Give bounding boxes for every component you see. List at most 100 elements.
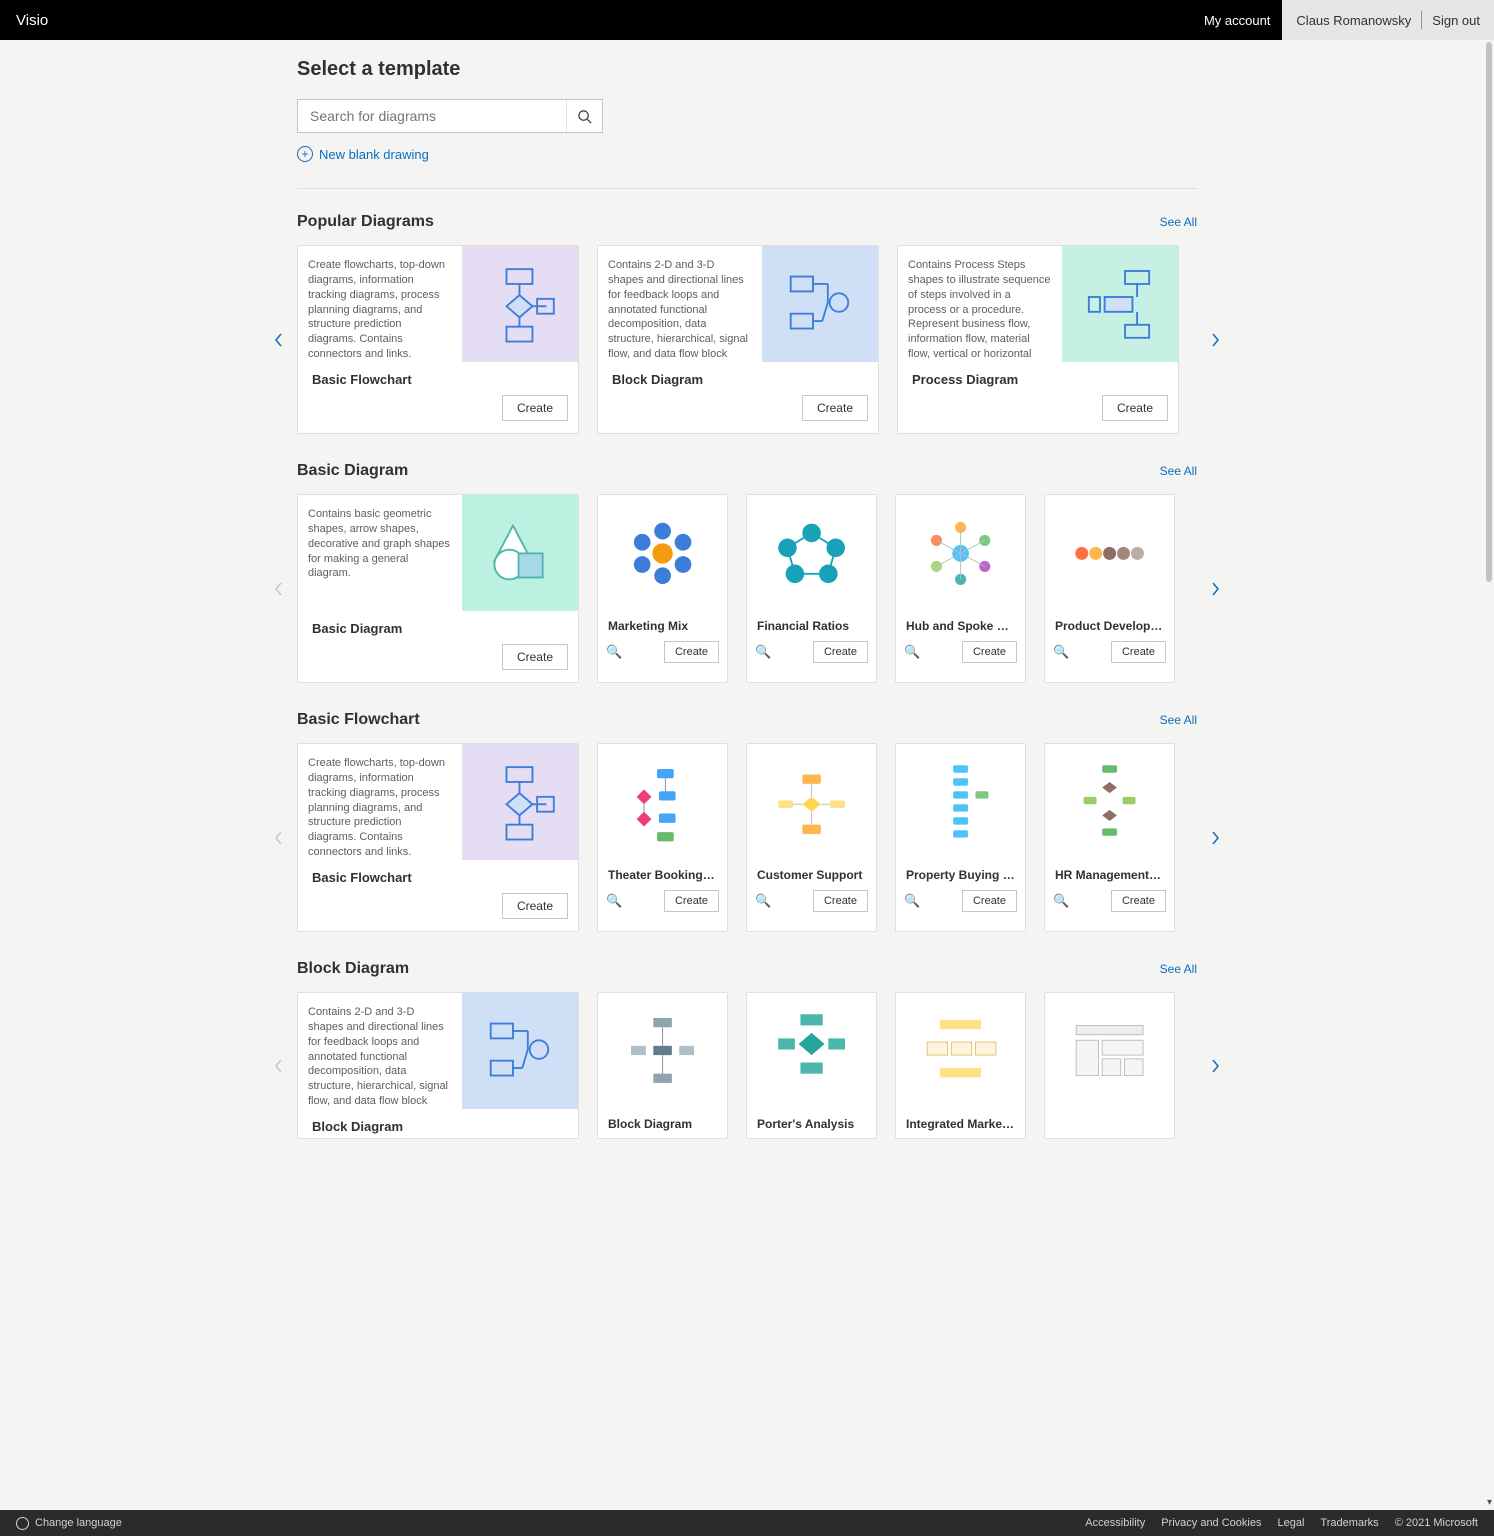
template-thumbnail <box>1045 495 1174 611</box>
template-card[interactable]: Contains Process Steps shapes to illustr… <box>897 245 1179 434</box>
template-title: Hub and Spoke Model <box>896 611 1025 637</box>
footer-link[interactable]: Trademarks <box>1320 1517 1378 1529</box>
zoom-icon[interactable]: 🔍 <box>904 893 920 909</box>
template-title: Porter's Analysis <box>747 1109 876 1135</box>
create-button[interactable]: Create <box>802 395 868 421</box>
top-bar: Visio My account Claus Romanowsky Sign o… <box>0 0 1494 40</box>
create-button[interactable]: Create <box>1111 641 1166 663</box>
create-button[interactable]: Create <box>962 890 1017 912</box>
create-button[interactable]: Create <box>502 893 568 919</box>
search-icon <box>577 109 592 124</box>
page-title: Select a template <box>297 58 1197 81</box>
see-all-link[interactable]: See All <box>1160 464 1197 478</box>
template-thumbnail <box>462 744 578 860</box>
chevron-right-icon[interactable] <box>1203 826 1227 850</box>
change-language[interactable]: Change language <box>16 1517 122 1530</box>
chevron-left-icon <box>267 1054 291 1078</box>
scrollbar-thumb[interactable] <box>1486 42 1492 582</box>
search-button[interactable] <box>566 100 602 132</box>
template-title: Product Development <box>1045 611 1174 637</box>
divider <box>297 188 1197 189</box>
footer-link[interactable]: Privacy and Cookies <box>1161 1517 1261 1529</box>
globe-icon <box>16 1517 29 1530</box>
zoom-icon[interactable]: 🔍 <box>1053 893 1069 909</box>
template-description: Create flowcharts, top-down diagrams, in… <box>298 744 462 860</box>
template-title: Block Diagram <box>598 1109 727 1135</box>
template-title: Financial Ratios <box>747 611 876 637</box>
create-button[interactable]: Create <box>664 641 719 663</box>
zoom-icon[interactable]: 🔍 <box>1053 644 1069 660</box>
footer-link[interactable]: Legal <box>1277 1517 1304 1529</box>
template-card[interactable] <box>1044 992 1175 1139</box>
zoom-icon[interactable]: 🔍 <box>904 644 920 660</box>
zoom-icon[interactable]: 🔍 <box>755 644 771 660</box>
template-thumbnail <box>762 246 878 362</box>
template-description: Contains 2-D and 3-D shapes and directio… <box>298 993 462 1109</box>
template-thumbnail <box>462 993 578 1109</box>
template-thumbnail <box>747 744 876 860</box>
template-title: Customer Support <box>747 860 876 886</box>
template-title: Theater Booking Process <box>598 860 727 886</box>
chevron-right-icon[interactable] <box>1203 1054 1227 1078</box>
template-card[interactable]: Marketing Mix 🔍 Create <box>597 494 728 683</box>
create-button[interactable]: Create <box>962 641 1017 663</box>
template-thumbnail <box>598 744 727 860</box>
template-card[interactable]: HR Management Process 🔍 Create <box>1044 743 1175 932</box>
template-title: Block Diagram <box>598 362 878 391</box>
template-card[interactable]: Hub and Spoke Model 🔍 Create <box>895 494 1026 683</box>
template-card[interactable]: Contains 2-D and 3-D shapes and directio… <box>297 992 579 1139</box>
template-thumbnail <box>896 744 1025 860</box>
template-card[interactable]: Financial Ratios 🔍 Create <box>746 494 877 683</box>
section-popular: Popular Diagrams See All Create flowchar… <box>297 213 1197 434</box>
zoom-icon[interactable]: 🔍 <box>755 893 771 909</box>
template-card[interactable]: Block Diagram <box>597 992 728 1139</box>
template-card[interactable]: Create flowcharts, top-down diagrams, in… <box>297 743 579 932</box>
footer-link[interactable]: Accessibility <box>1085 1517 1145 1529</box>
create-button[interactable]: Create <box>502 644 568 670</box>
section-title: Popular Diagrams <box>297 213 434 231</box>
user-name: Claus Romanowsky <box>1296 13 1411 28</box>
create-button[interactable]: Create <box>664 890 719 912</box>
template-card[interactable]: Theater Booking Process 🔍 Create <box>597 743 728 932</box>
template-card[interactable]: Contains 2-D and 3-D shapes and directio… <box>597 245 879 434</box>
see-all-link[interactable]: See All <box>1160 713 1197 727</box>
template-card[interactable]: Customer Support 🔍 Create <box>746 743 877 932</box>
template-card[interactable]: Product Development 🔍 Create <box>1044 494 1175 683</box>
zoom-icon[interactable]: 🔍 <box>606 644 622 660</box>
my-account-link[interactable]: My account <box>1192 0 1282 40</box>
copyright-text: © 2021 Microsoft <box>1395 1517 1478 1529</box>
template-thumbnail <box>462 495 578 611</box>
create-button[interactable]: Create <box>1111 890 1166 912</box>
section-block-diagram: Block Diagram See All Contains 2-D and 3… <box>297 960 1197 1139</box>
create-button[interactable]: Create <box>1102 395 1168 421</box>
template-thumbnail <box>747 495 876 611</box>
search-input[interactable] <box>298 100 566 132</box>
change-language-label: Change language <box>35 1517 122 1529</box>
template-card[interactable]: Contains basic geometric shapes, arrow s… <box>297 494 579 683</box>
template-title: Basic Diagram <box>298 611 578 640</box>
section-title: Basic Diagram <box>297 462 408 480</box>
see-all-link[interactable]: See All <box>1160 215 1197 229</box>
template-card[interactable]: Property Buying Flowch… 🔍 Create <box>895 743 1026 932</box>
template-thumbnail <box>1062 246 1178 362</box>
template-thumbnail <box>462 246 578 362</box>
template-card[interactable]: Porter's Analysis <box>746 992 877 1139</box>
create-button[interactable]: Create <box>502 395 568 421</box>
template-card[interactable]: Create flowcharts, top-down diagrams, in… <box>297 245 579 434</box>
template-card[interactable]: Integrated Marketing Strategy Block Diag… <box>895 992 1026 1139</box>
chevron-left-icon <box>267 577 291 601</box>
zoom-icon[interactable]: 🔍 <box>606 893 622 909</box>
template-title: Block Diagram <box>298 1109 578 1138</box>
sign-out-link[interactable]: Sign out <box>1432 13 1480 28</box>
chevron-right-icon[interactable] <box>1203 577 1227 601</box>
see-all-link[interactable]: See All <box>1160 962 1197 976</box>
app-name: Visio <box>16 12 48 29</box>
create-button[interactable]: Create <box>813 641 868 663</box>
new-blank-drawing[interactable]: + New blank drawing <box>297 146 429 162</box>
template-thumbnail <box>747 993 876 1109</box>
chevron-left-icon[interactable] <box>267 328 291 352</box>
chevron-right-icon[interactable] <box>1203 328 1227 352</box>
search-box <box>297 99 603 133</box>
resize-corner-icon: ▾ <box>1487 1497 1492 1508</box>
create-button[interactable]: Create <box>813 890 868 912</box>
